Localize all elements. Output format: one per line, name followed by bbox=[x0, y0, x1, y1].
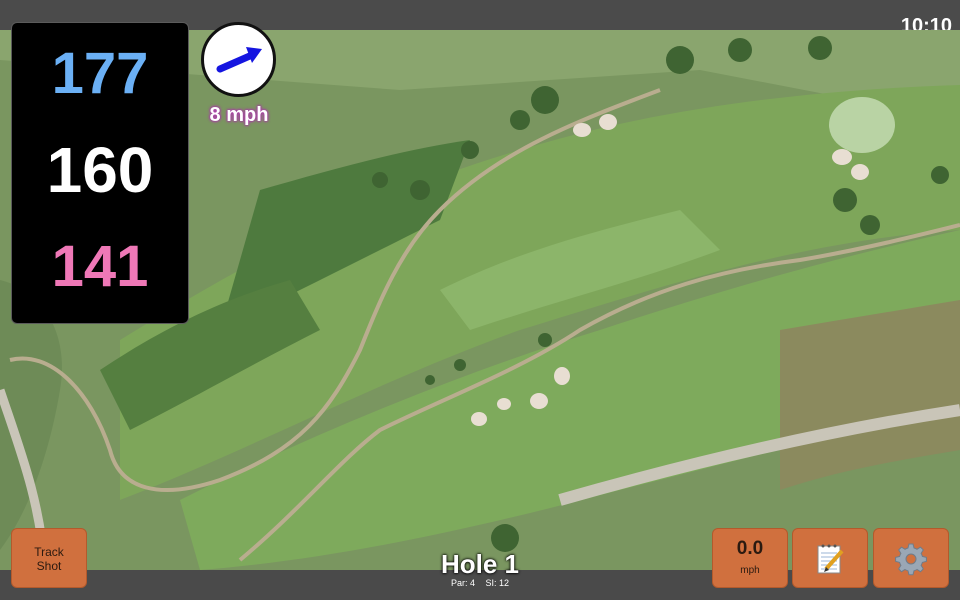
hole-stroke-index: SI: 12 bbox=[485, 578, 510, 588]
hole-title: Hole 1 bbox=[440, 549, 520, 579]
track-shot-label: Track Shot bbox=[34, 545, 64, 573]
middle-yardage: 160 bbox=[46, 134, 154, 206]
front-yardage: 141 bbox=[51, 234, 149, 299]
yardage-panel: 177 160 141 bbox=[11, 22, 189, 324]
hole-par: Par: 4 bbox=[450, 578, 475, 588]
settings-button[interactable] bbox=[873, 528, 949, 588]
gear-icon bbox=[895, 543, 927, 576]
speed-value: 0.0 bbox=[736, 538, 764, 559]
speed-unit: mph bbox=[740, 565, 760, 576]
wind-speed-label: 8 mph bbox=[209, 104, 269, 126]
notes-button[interactable] bbox=[792, 528, 868, 588]
speed-button[interactable]: 0.0 mph bbox=[712, 528, 788, 588]
track-shot-button[interactable]: Track Shot bbox=[11, 528, 87, 588]
notepad-icon bbox=[817, 544, 844, 574]
back-yardage: 177 bbox=[51, 41, 149, 106]
arrow-icon bbox=[216, 47, 262, 73]
wind-indicator bbox=[201, 22, 276, 97]
hole-info: Par: 4 SI: 12 bbox=[380, 578, 580, 588]
